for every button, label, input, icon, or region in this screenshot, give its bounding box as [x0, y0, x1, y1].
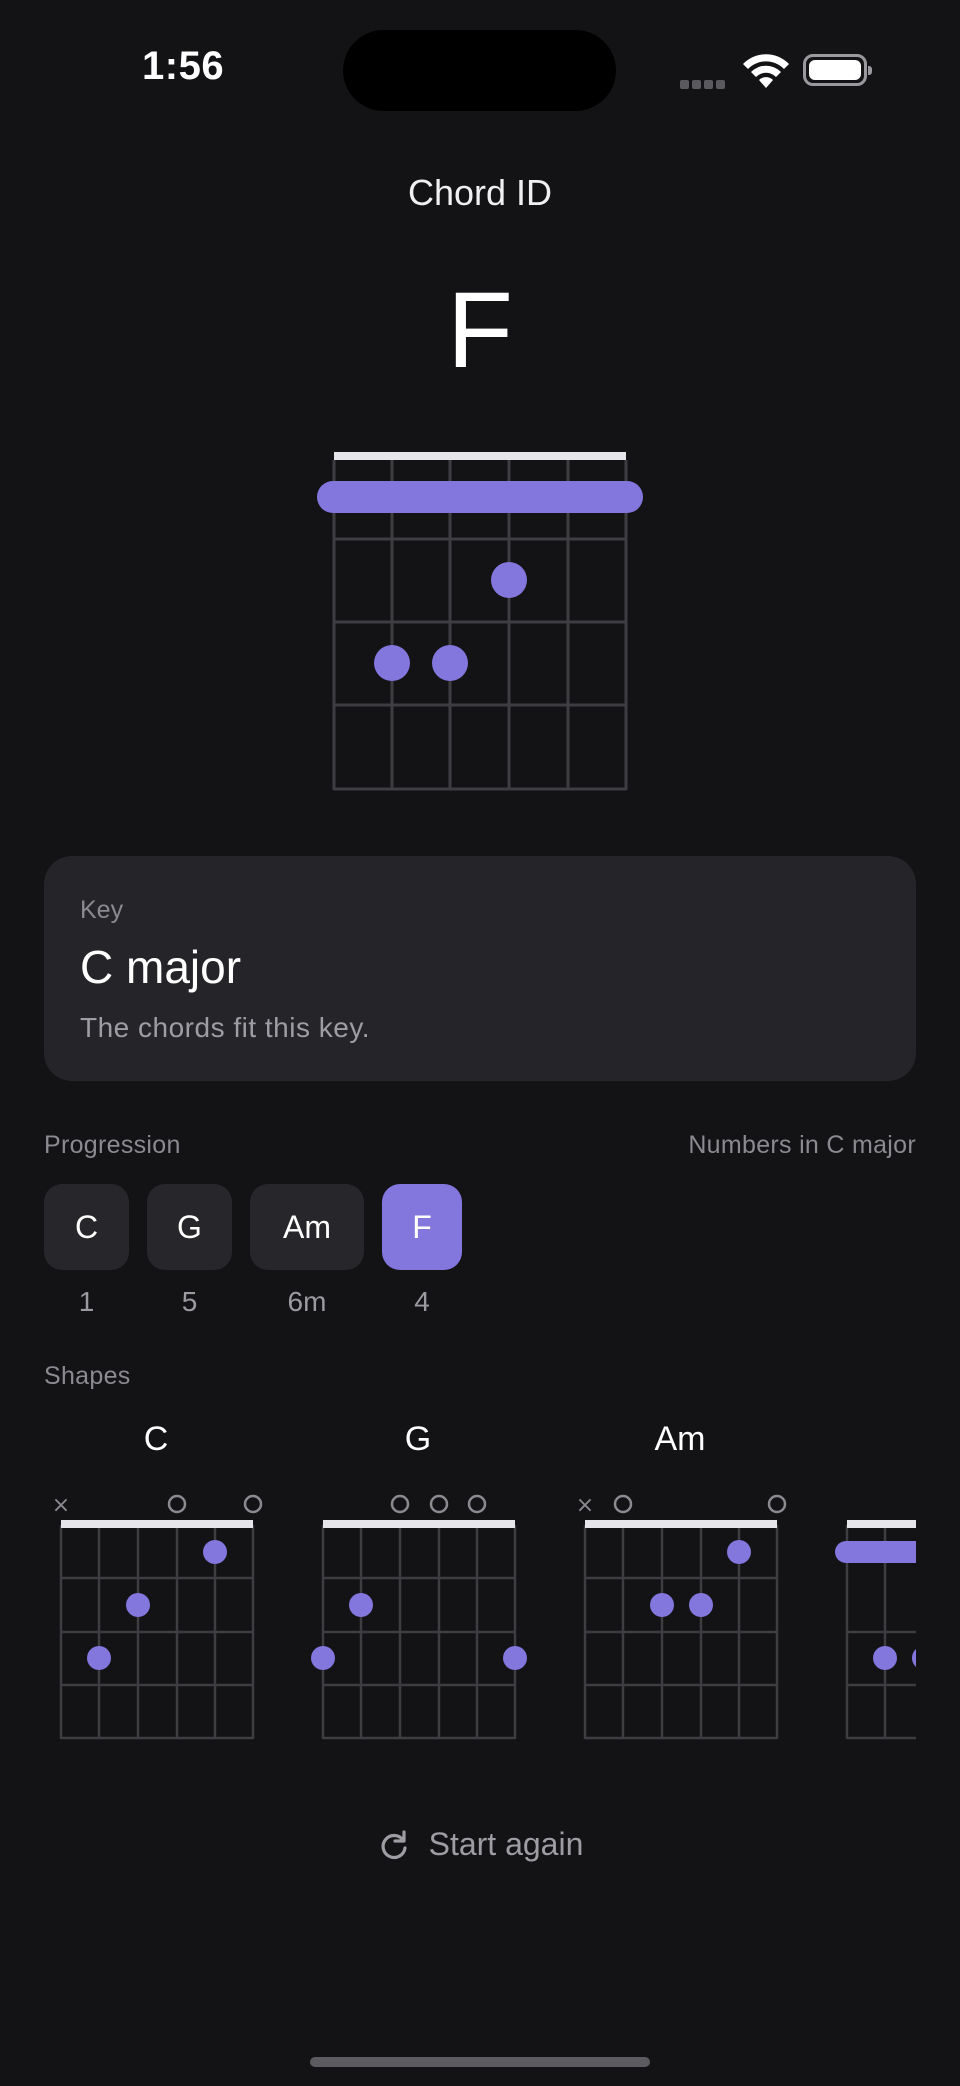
shape-name-c: C — [143, 1420, 169, 1458]
nut — [334, 452, 626, 460]
shape-name-g: G — [404, 1420, 432, 1458]
numbers-in-key-label: Numbers in C major — [688, 1131, 916, 1159]
shape-diagram-am: × — [576, 1493, 787, 1740]
shape-diagram-f — [835, 1520, 916, 1740]
start-again-button[interactable]: Start again — [0, 1826, 960, 1863]
start-again-label: Start again — [428, 1826, 584, 1862]
refresh-icon — [381, 1829, 407, 1859]
key-description: The chords fit this key. — [80, 1012, 371, 1043]
wifi-icon — [743, 54, 789, 88]
progression-chip-am[interactable]: Am — [250, 1184, 364, 1270]
progression-degree: 1 — [78, 1286, 95, 1317]
progression-chip-f[interactable]: F — [382, 1184, 462, 1270]
barre-mark — [317, 481, 643, 513]
chord-diagram-main — [317, 452, 643, 791]
shape-name-am: Am — [654, 1420, 706, 1458]
current-chord-name: F — [447, 269, 513, 390]
status-time: 1:56 — [142, 44, 225, 88]
shape-diagram-c: × — [52, 1493, 263, 1740]
progression-degree: 6m — [287, 1286, 327, 1317]
progression-degree: 5 — [181, 1286, 198, 1317]
shapes-carousel[interactable]: × × — [44, 1485, 916, 1745]
home-indicator[interactable] — [310, 2057, 650, 2067]
shape-diagram-g — [311, 1494, 527, 1740]
dynamic-island — [343, 30, 616, 111]
progression-label: Progression — [44, 1131, 181, 1159]
finger-dot — [374, 645, 410, 681]
progression-chip-c[interactable]: C — [44, 1184, 129, 1270]
finger-dot — [432, 645, 468, 681]
svg-text:×: × — [52, 1493, 70, 1518]
battery-icon — [803, 54, 872, 86]
cellular-signal-icon — [680, 76, 728, 94]
svg-text:×: × — [576, 1493, 594, 1518]
finger-dot — [491, 562, 527, 598]
app-title: Chord ID — [407, 172, 553, 213]
shapes-label: Shapes — [44, 1362, 131, 1390]
progression-degree: 4 — [414, 1286, 430, 1317]
key-label: Key — [80, 896, 124, 924]
progression-chip-g[interactable]: G — [147, 1184, 232, 1270]
key-value: C major — [80, 941, 242, 993]
